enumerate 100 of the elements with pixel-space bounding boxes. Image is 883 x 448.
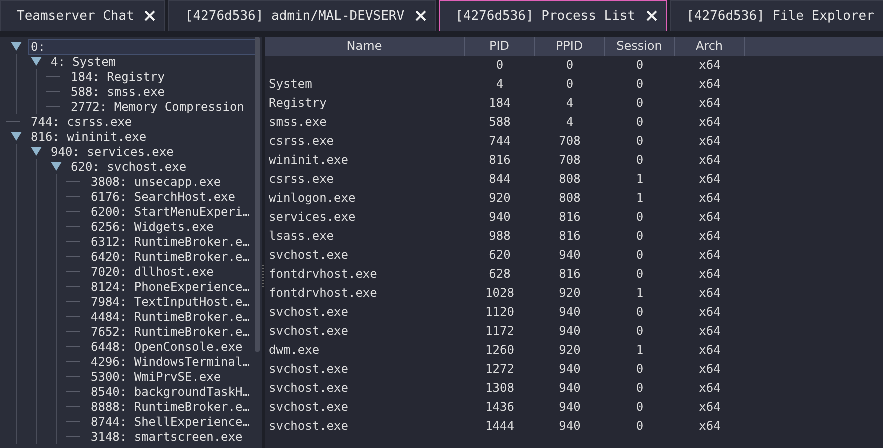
table-cell-text: svchost.exe [268, 361, 350, 378]
table-cell-text: dwm.exe [268, 342, 321, 359]
tab[interactable]: [4276d536] File Explorer [670, 0, 883, 31]
table-cell-text: svchost.exe [268, 247, 350, 264]
table-cell-text: 0 [495, 57, 505, 74]
close-icon[interactable] [646, 10, 658, 22]
expanded-triangle-icon[interactable] [10, 42, 22, 51]
table-cell-text: 940 [558, 247, 582, 264]
process-tree-item[interactable]: 620: svchost.exe [69, 160, 189, 174]
table-cell-text: 808 [558, 190, 582, 207]
table-cell-text: 0 [635, 323, 645, 340]
table-cell-text: x64 [698, 76, 722, 93]
process-tree-item[interactable]: 7652: RuntimeBroker.e… [89, 324, 252, 338]
table-cell-text: 940 [488, 209, 512, 226]
process-tree-item[interactable]: 7984: TextInputHost.e… [89, 294, 252, 308]
table-cell-text: csrss.exe [268, 133, 336, 150]
table-cell-text: 0 [635, 304, 645, 321]
process-tree-item[interactable]: 8888: RuntimeBroker.e… [89, 400, 252, 414]
table-cell-text: fontdrvhost.exe [268, 285, 378, 302]
table-cell-text: x64 [698, 57, 722, 74]
expanded-triangle-icon[interactable] [10, 132, 22, 141]
table-cell-text: x64 [698, 418, 722, 435]
process-tree-item[interactable]: 184: Registry [69, 70, 167, 84]
table-cell-text: 0 [635, 228, 645, 245]
table-cell-text: 0 [635, 361, 645, 378]
process-tree-item[interactable]: 4484: RuntimeBroker.e… [89, 310, 252, 324]
table-cell-text: 940 [558, 361, 582, 378]
table-cell-text: 184 [488, 95, 512, 112]
close-icon[interactable] [144, 10, 156, 22]
column-header[interactable]: PPID [535, 37, 605, 56]
process-tree-item[interactable]: 7020: dllhost.exe [89, 264, 216, 278]
process-tree-item[interactable]: 3808: unsecapp.exe [89, 174, 224, 188]
tab[interactable]: [4276d536] Process List [438, 0, 667, 31]
table-cell-text: 1444 [484, 418, 516, 435]
table-cell-text: 1120 [484, 304, 516, 321]
table-cell-text: x64 [698, 190, 722, 207]
table-cell-text: 940 [558, 380, 582, 397]
table-cell-text: smss.exe [268, 114, 328, 131]
tab[interactable]: Teamserver Chat [0, 0, 166, 31]
table-cell-text: 4 [495, 76, 505, 93]
table-cell-text: 628 [488, 266, 512, 283]
process-tree-item[interactable]: 6200: StartMenuExperi… [89, 204, 252, 218]
close-icon[interactable] [414, 10, 427, 22]
table-cell-text: 0 [635, 266, 645, 283]
process-tree-item[interactable]: 3148: smartscreen.exe [89, 430, 245, 444]
table-cell-text: x64 [698, 228, 722, 245]
table-cell-text: 808 [558, 171, 582, 188]
table-cell-text: 708 [558, 152, 582, 169]
process-tree-item[interactable]: 2772: Memory Compression [69, 100, 246, 114]
table-cell-text: 1260 [484, 342, 516, 359]
table-cell-text: 0 [635, 380, 645, 397]
column-header[interactable]: Name [265, 37, 465, 56]
table-cell-text: svchost.exe [268, 304, 350, 321]
table-cell-text: x64 [698, 285, 722, 302]
tab[interactable]: [4276d536] admin/MAL-DEVSERV [168, 0, 436, 31]
process-tree-item[interactable]: 4: System [49, 54, 118, 68]
table-cell-text: 0 [635, 57, 645, 74]
process-tree-item[interactable]: 8540: backgroundTaskH… [89, 384, 252, 398]
table-cell-text: Registry [268, 95, 328, 112]
process-tree-item[interactable]: 940: services.exe [49, 144, 176, 158]
table-cell-text: 940 [558, 418, 582, 435]
table-cell-text: x64 [698, 247, 722, 264]
table-cell-text: 920 [558, 285, 582, 302]
expanded-triangle-icon[interactable] [30, 147, 42, 156]
table-cell-text: fontdrvhost.exe [268, 266, 378, 283]
table-cell-text: x64 [698, 304, 722, 321]
table-cell-text: svchost.exe [268, 418, 350, 435]
process-tree-item[interactable]: 744: csrss.exe [29, 114, 134, 128]
table-cell-text: wininit.exe [268, 152, 350, 169]
table-cell-text: 816 [558, 209, 582, 226]
table-cell-text: svchost.exe [268, 323, 350, 340]
table-cell-text: x64 [698, 114, 722, 131]
process-tree-item[interactable]: 6176: SearchHost.exe [89, 190, 238, 204]
process-tree-item[interactable]: 8744: ShellExperience… [89, 414, 252, 428]
expanded-triangle-icon[interactable] [50, 162, 62, 171]
process-tree-item[interactable]: 8124: PhoneExperience… [89, 280, 252, 294]
scrollbar-thumb[interactable] [255, 37, 260, 352]
process-tree-item[interactable]: 6312: RuntimeBroker.e… [89, 234, 252, 248]
process-tree-item[interactable]: 816: wininit.exe [29, 130, 149, 144]
table-cell-text: lsass.exe [268, 228, 336, 245]
process-tree-item[interactable]: 6256: Widgets.exe [89, 220, 216, 234]
process-tree-item[interactable]: 6420: RuntimeBroker.e… [89, 250, 252, 264]
expanded-triangle-icon[interactable] [30, 57, 42, 66]
table-cell-text: csrss.exe [268, 171, 336, 188]
table-cell-text: 940 [558, 399, 582, 416]
table-cell-text: 0 [635, 152, 645, 169]
process-tree-item[interactable]: 5300: WmiPrvSE.exe [89, 370, 224, 384]
process-tree-item[interactable]: 0: [29, 40, 255, 54]
table-cell-text: 816 [558, 228, 582, 245]
column-header[interactable]: PID [465, 37, 535, 56]
table-cell-text: x64 [698, 171, 722, 188]
column-header[interactable]: Session [605, 37, 675, 56]
table-cell-text: 940 [558, 323, 582, 340]
process-tree-item[interactable]: 4296: WindowsTerminal… [89, 354, 252, 368]
table-cell-text: 1 [635, 190, 645, 207]
process-tree-item[interactable]: 588: smss.exe [69, 84, 167, 98]
process-tree-item[interactable]: 6448: OpenConsole.exe [89, 340, 245, 354]
table-cell-text: x64 [698, 133, 722, 150]
table-cell-text: x64 [698, 380, 722, 397]
table-cell-text: services.exe [268, 209, 357, 226]
